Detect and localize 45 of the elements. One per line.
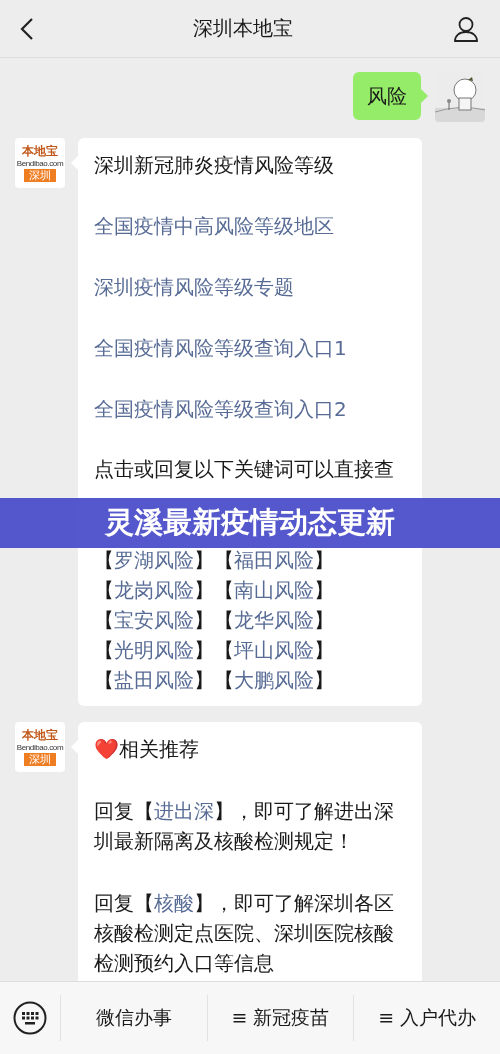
region-link[interactable]: 罗湖风险 bbox=[114, 549, 194, 572]
menu-button[interactable]: ≡ 新冠疫苗 bbox=[206, 995, 354, 1041]
region-link[interactable]: 南山风险 bbox=[234, 579, 314, 602]
account-avatar[interactable]: 本地宝 Bendibao.com 深圳 bbox=[15, 138, 65, 188]
region-line: 【光明风险】【坪山风险】 bbox=[94, 638, 335, 664]
region-link[interactable]: 龙华风险 bbox=[234, 609, 314, 632]
logo-city: 深圳 bbox=[24, 752, 56, 766]
back-icon[interactable] bbox=[20, 16, 34, 41]
keyword-link[interactable]: 进出深 bbox=[154, 799, 214, 823]
logo-domain: Bendibao.com bbox=[16, 158, 64, 168]
message-link[interactable]: 全国疫情风险等级查询入口1 bbox=[94, 333, 408, 363]
message-link[interactable]: 全国疫情中高风险等级地区 bbox=[94, 211, 408, 241]
profile-icon[interactable] bbox=[452, 14, 480, 43]
heart-icon: ❤ bbox=[94, 737, 119, 761]
region-line: 【罗湖风险】【福田风险】 bbox=[94, 548, 335, 574]
account-avatar[interactable]: 本地宝 Bendibao.com 深圳 bbox=[15, 722, 65, 772]
message-title: 深圳新冠肺炎疫情风险等级 bbox=[94, 152, 335, 179]
sent-message: 风险 bbox=[353, 72, 421, 120]
title-banner: 灵溪最新疫情动态更新 bbox=[0, 498, 500, 548]
message-title: 相关推荐 bbox=[119, 737, 199, 761]
message-text: 点击或回复以下关键词可以直接查 bbox=[94, 456, 395, 483]
region-link[interactable]: 福田风险 bbox=[234, 549, 314, 572]
region-line: 【宝安风险】【龙华风险】 bbox=[94, 608, 335, 634]
region-link[interactable]: 盐田风险 bbox=[114, 669, 194, 692]
chat-title: 深圳本地宝 bbox=[193, 15, 293, 42]
logo-brand: 本地宝 bbox=[22, 728, 58, 742]
region-link[interactable]: 光明风险 bbox=[114, 639, 194, 662]
logo-city: 深圳 bbox=[24, 168, 56, 182]
logo-domain: Bendibao.com bbox=[16, 742, 64, 752]
bubble-tail bbox=[421, 89, 428, 103]
message-link[interactable]: 全国疫情风险等级查询入口2 bbox=[94, 394, 408, 424]
message-text: 回复【核酸】，即可了解深圳各区核酸检测定点医院、深圳医院核酸检测预约入口等信息 bbox=[94, 890, 395, 977]
message-text: 回复【进出深】，即可了解进出深圳最新隔离及核酸检测规定！ bbox=[94, 798, 395, 855]
region-link[interactable]: 坪山风险 bbox=[234, 639, 314, 662]
message-link[interactable]: 深圳疫情风险等级专题 bbox=[94, 272, 408, 302]
keyboard-icon[interactable] bbox=[13, 1001, 47, 1035]
region-link[interactable]: 大鹏风险 bbox=[234, 669, 314, 692]
menu-button[interactable]: ≡ 入户代办 bbox=[353, 995, 500, 1041]
menu-button[interactable]: 微信办事 bbox=[60, 995, 207, 1041]
region-link[interactable]: 龙岗风险 bbox=[114, 579, 194, 602]
region-line: 【盐田风险】【大鹏风险】 bbox=[94, 668, 335, 694]
region-link[interactable]: 宝安风险 bbox=[114, 609, 194, 632]
keyword-link[interactable]: 核酸 bbox=[154, 891, 194, 915]
logo-brand: 本地宝 bbox=[22, 144, 58, 158]
region-line: 【龙岗风险】【南山风险】 bbox=[94, 578, 335, 604]
